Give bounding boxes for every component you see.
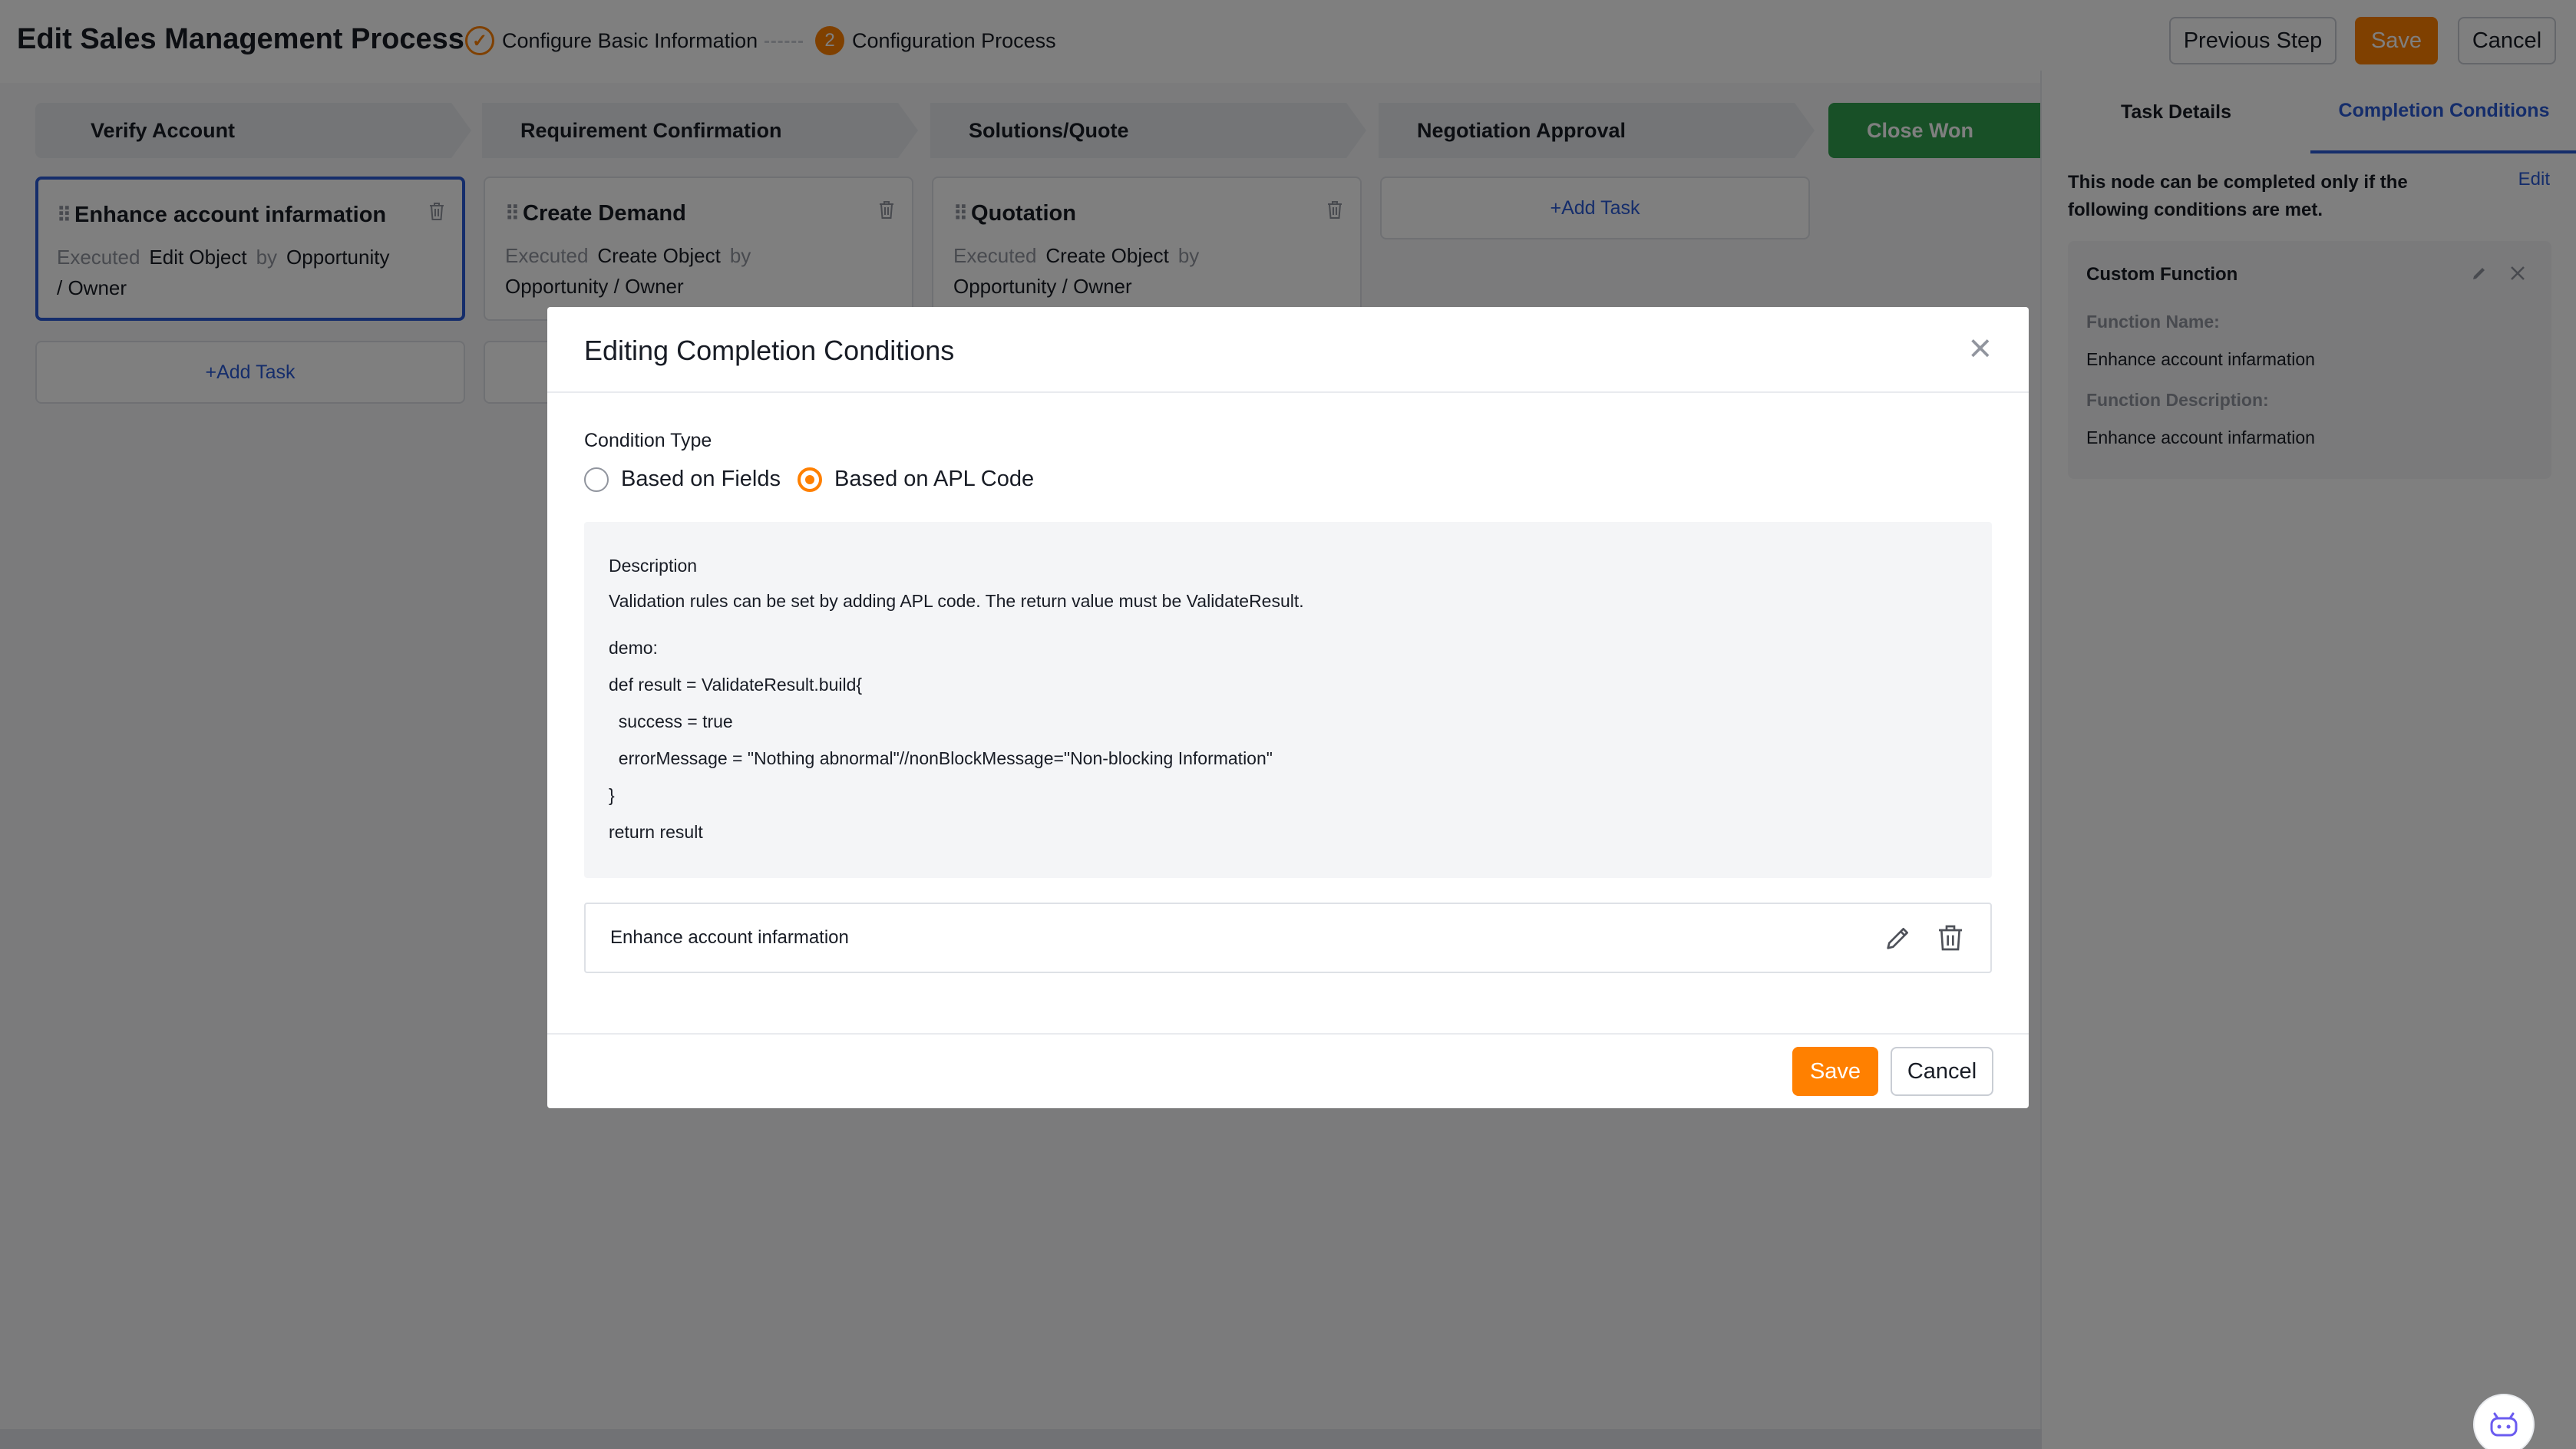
assistant-bot-button[interactable] [2473, 1394, 2535, 1449]
description-text: Validation rules can be set by adding AP… [609, 591, 1304, 611]
function-item-name: Enhance account infarmation [610, 927, 849, 948]
code-line: demo: [609, 638, 658, 658]
code-line: success = true [609, 711, 733, 731]
code-line: return result [609, 822, 703, 842]
modal-title: Editing Completion Conditions [584, 335, 955, 366]
description-box: Description Validation rules can be set … [584, 522, 1992, 878]
radio-circle-icon[interactable] [584, 467, 609, 492]
robot-icon [2490, 1412, 2518, 1437]
radio-selected-icon[interactable] [798, 467, 822, 492]
code-line: errorMessage = "Nothing abnormal"//nonBl… [609, 748, 1273, 768]
description-heading: Description [609, 556, 698, 576]
code-line: } [609, 785, 615, 805]
modal-save-button[interactable]: Save [1792, 1047, 1878, 1096]
pencil-icon[interactable] [1883, 923, 1914, 953]
function-item-actions [1883, 923, 1966, 953]
function-item-row: Enhance account infarmation [584, 903, 1992, 973]
modal-header: Editing Completion Conditions × [547, 307, 2029, 393]
close-icon[interactable]: × [1969, 328, 1992, 368]
radio-label: Based on APL Code [834, 467, 1035, 491]
modal-cancel-button[interactable]: Cancel [1891, 1047, 1993, 1096]
trash-icon[interactable] [1935, 923, 1966, 953]
radio-based-on-fields[interactable]: Based on Fields [584, 467, 781, 492]
code-line: def result = ValidateResult.build{ [609, 675, 863, 695]
radio-label: Based on Fields [621, 467, 781, 491]
condition-type-label: Condition Type [584, 430, 712, 451]
editing-completion-conditions-dialog: Editing Completion Conditions × Conditio… [547, 307, 2029, 1108]
radio-based-on-apl-code[interactable]: Based on APL Code [798, 467, 1034, 492]
